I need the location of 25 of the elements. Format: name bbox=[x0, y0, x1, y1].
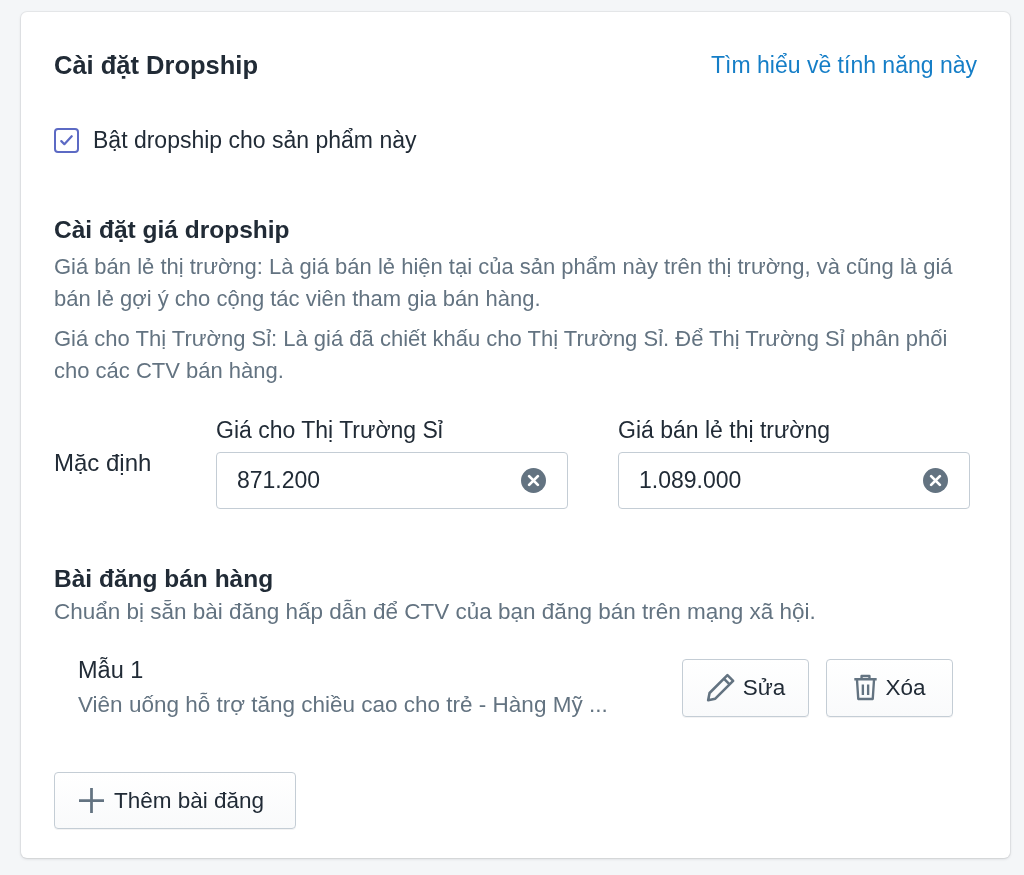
description-text: Giá cho Thị Trường Sỉ: Là giá đã chiết khấu cho Thị Trường Sỉ. Để Thị Trường Sỉ phân phối cho các CTV bán hàng. bbox=[54, 324, 949, 385]
clear-icon[interactable] bbox=[521, 467, 546, 493]
section-heading: Bài đăng bán hàng bbox=[54, 564, 275, 594]
card-title: Cài đặt Dropship bbox=[54, 50, 258, 80]
description-text: Chuẩn bị sẵn bài đăng hấp dẫn để CTV của bạn đăng bán trên mạng xã hội. bbox=[54, 598, 817, 626]
delete-button[interactable]: Xóa bbox=[826, 658, 953, 717]
help-link[interactable]: Tìm hiểu về tính năng này bbox=[711, 50, 977, 80]
description-text: Giá bán lẻ thị trường: Là giá bán lẻ hiện tại của sản phẩm này trên thị trường, và cũng là giá bán lẻ gợi ý cho cộng tác viên tham gia bán hàng. bbox=[54, 253, 954, 313]
checkmark-icon bbox=[60, 134, 73, 146]
price-input[interactable]: 871.200 bbox=[216, 451, 568, 509]
edit-button[interactable]: Sửa bbox=[682, 658, 809, 717]
trash-icon bbox=[853, 674, 879, 701]
clear-icon[interactable] bbox=[923, 467, 948, 493]
section-heading: Cài đặt giá dropship bbox=[54, 215, 291, 245]
field-label: Giá bán lẻ thị trường bbox=[618, 416, 832, 443]
field-label: Giá cho Thị Trường Sỉ bbox=[216, 416, 444, 443]
price-input[interactable]: 1.089.000 bbox=[618, 451, 970, 509]
checkbox-label: Bật dropship cho sản phẩm này bbox=[93, 126, 417, 154]
add-post-button[interactable]: Thêm bài đăng bbox=[54, 772, 296, 829]
template-name: Mẫu 1 bbox=[78, 657, 145, 683]
checkbox[interactable] bbox=[54, 127, 79, 153]
plus-icon bbox=[79, 788, 104, 813]
row-label: Mặc định bbox=[54, 448, 153, 477]
pencil-icon bbox=[705, 672, 736, 703]
template-summary: Viên uống hỗ trợ tăng chiều cao cho trẻ - Hàng Mỹ ... bbox=[78, 692, 608, 718]
